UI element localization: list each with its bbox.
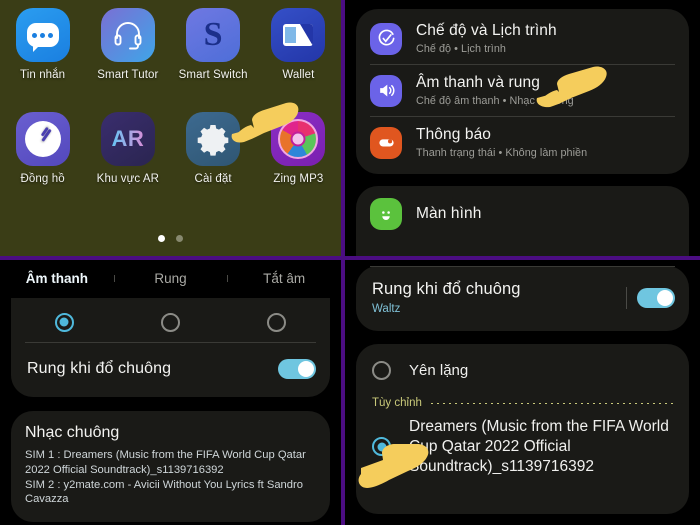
app-label: Khu vực AR <box>96 173 160 185</box>
clock-icon[interactable] <box>15 112 70 166</box>
app-label: Smart Switch <box>178 69 248 81</box>
vibrate-when-ringing-label: Rung khi đổ chuông <box>27 360 172 377</box>
app-row-1: Tin nhắn Smart Tutor S Smart Switch Wall… <box>0 8 341 81</box>
tab-rung[interactable]: Rung <box>113 271 228 286</box>
app-dong-ho[interactable]: Đồng hồ <box>5 112 81 185</box>
app-wallet[interactable]: Wallet <box>260 8 336 81</box>
radio-cell-am-thanh[interactable] <box>11 312 117 332</box>
app-tin-nhan[interactable]: Tin nhắn <box>5 8 81 81</box>
settings-item-title: Thông báo <box>416 126 492 143</box>
messages-icon[interactable] <box>15 8 70 62</box>
home-screen-panel: Tin nhắn Smart Tutor S Smart Switch Wall… <box>0 0 341 256</box>
page-dot-2[interactable] <box>176 235 183 242</box>
ringtone-options-card: Yên lặng Tùy chỉnh Dreamers (Music from … <box>356 344 689 514</box>
app-smart-switch[interactable]: S Smart Switch <box>175 8 251 81</box>
display-icon <box>370 198 402 230</box>
settings-item-subtitle: Thanh trạng thái • Không làm phiền <box>416 147 588 159</box>
option-label: Yên lặng <box>409 362 469 379</box>
app-smart-tutor[interactable]: Smart Tutor <box>90 8 166 81</box>
settings-item-sound-vibration[interactable]: Âm thanh và rung Chế độ âm thanh • Nhạc … <box>356 65 689 116</box>
screenshot-grid: Tin nhắn Smart Tutor S Smart Switch Wall… <box>0 0 700 525</box>
settings-item-subtitle: Chế độ • Lịch trình <box>416 43 506 55</box>
notifications-icon <box>370 126 402 159</box>
app-cai-dat[interactable]: Cài đặt <box>175 112 251 185</box>
section-dotted-rule <box>430 402 673 404</box>
settings-card-display: Màn hình <box>356 186 689 256</box>
vibrate-card: Rung khi đổ chuông Waltz <box>356 266 689 331</box>
custom-song-title: Dreamers (Music from the FIFA World Cup … <box>409 418 669 475</box>
tab-am-thanh[interactable]: Âm thanh <box>0 271 114 286</box>
sound-mode-card: Rung khi đổ chuông <box>11 298 330 397</box>
vibrate-when-ringing-row[interactable]: Rung khi đổ chuông <box>11 343 330 397</box>
ar-zone-icon[interactable]: AR <box>100 112 155 166</box>
modes-routines-icon <box>370 22 402 55</box>
settings-item-subtitle: Chế độ âm thanh • Nhạc chuông <box>416 95 574 107</box>
zing-mp3-disc-icon[interactable] <box>271 112 326 166</box>
sound-vibration-icon <box>370 74 402 107</box>
settings-card-main: Chế độ và Lịch trình Chế độ • Lịch trình… <box>356 9 689 174</box>
app-label: Tin nhắn <box>20 69 66 81</box>
settings-list-panel: Chế độ và Lịch trình Chế độ • Lịch trình… <box>345 0 700 256</box>
option-yen-lang[interactable]: Yên lặng <box>356 350 689 391</box>
app-label: Zing MP3 <box>273 173 324 185</box>
vibrate-pattern-value: Waltz <box>372 303 401 315</box>
radio-yen-lang[interactable] <box>372 361 391 380</box>
settings-item-notifications[interactable]: Thông báo Thanh trạng thái • Không làm p… <box>356 117 689 168</box>
sound-mode-panel: Âm thanh Rung Tắt âm Rung khi đổ chuông <box>0 260 341 525</box>
app-row-2: Đồng hồ AR Khu vực AR Cài đặt Zing MP3 <box>0 112 341 185</box>
radio-tat-am[interactable] <box>267 312 287 332</box>
vibrate-when-ringing-toggle[interactable] <box>278 359 316 379</box>
app-zing-mp3[interactable]: Zing MP3 <box>260 112 336 185</box>
settings-item-modes-routines[interactable]: Chế độ và Lịch trình Chế độ • Lịch trình <box>356 13 689 64</box>
app-khu-vuc-ar[interactable]: AR Khu vực AR <box>90 112 166 185</box>
settings-item-title: Âm thanh và rung <box>416 74 540 91</box>
app-label: Đồng hồ <box>20 173 65 185</box>
headset-icon[interactable] <box>100 8 155 62</box>
radio-custom-song[interactable] <box>372 437 391 457</box>
settings-item-title: Chế độ và Lịch trình <box>416 22 557 39</box>
section-label: Tùy chỉnh <box>372 397 422 409</box>
page-dot-1[interactable] <box>158 235 165 242</box>
ringtone-sim2: SIM 2 : y2mate.com - Avicii Without You … <box>25 478 303 506</box>
settings-item-display[interactable]: Màn hình <box>356 196 689 239</box>
page-indicator-dots[interactable] <box>0 235 341 242</box>
gear-icon[interactable] <box>186 112 241 166</box>
ar-icon-text: AR <box>111 126 145 151</box>
radio-cell-rung[interactable] <box>117 312 223 332</box>
smart-switch-icon[interactable]: S <box>186 8 241 62</box>
ringtone-sim1: SIM 1 : Dreamers (Music from the FIFA Wo… <box>25 449 306 476</box>
section-tuy-chinh: Tùy chỉnh <box>356 391 689 413</box>
vibrate-when-ringing-label: Rung khi đổ chuông <box>372 280 521 298</box>
wallet-icon[interactable] <box>271 8 326 62</box>
tab-tat-am[interactable]: Tắt âm <box>227 271 341 286</box>
sound-mode-tabs: Âm thanh Rung Tắt âm <box>0 262 341 294</box>
vibrate-when-ringing-row[interactable]: Rung khi đổ chuông Waltz <box>356 267 689 321</box>
settings-item-title: Màn hình <box>416 205 482 222</box>
ringtone-title: Nhạc chuông <box>25 424 120 441</box>
option-custom-song[interactable]: Dreamers (Music from the FIFA World Cup … <box>356 413 689 476</box>
radio-cell-tat-am[interactable] <box>224 312 330 332</box>
app-label: Smart Tutor <box>97 69 159 81</box>
radio-rung[interactable] <box>160 312 180 332</box>
sound-mode-radio-group <box>11 302 330 342</box>
radio-am-thanh[interactable] <box>54 312 74 332</box>
ringtone-card[interactable]: Nhạc chuông SIM 1 : Dreamers (Music from… <box>11 411 330 523</box>
toggle-separator <box>626 286 627 309</box>
ringtone-picker-panel: Rung khi đổ chuông Waltz Yên lặng Tùy ch… <box>345 260 700 525</box>
app-label: Cài đặt <box>194 173 232 185</box>
vibrate-when-ringing-toggle[interactable] <box>637 287 675 308</box>
app-label: Wallet <box>282 69 315 81</box>
